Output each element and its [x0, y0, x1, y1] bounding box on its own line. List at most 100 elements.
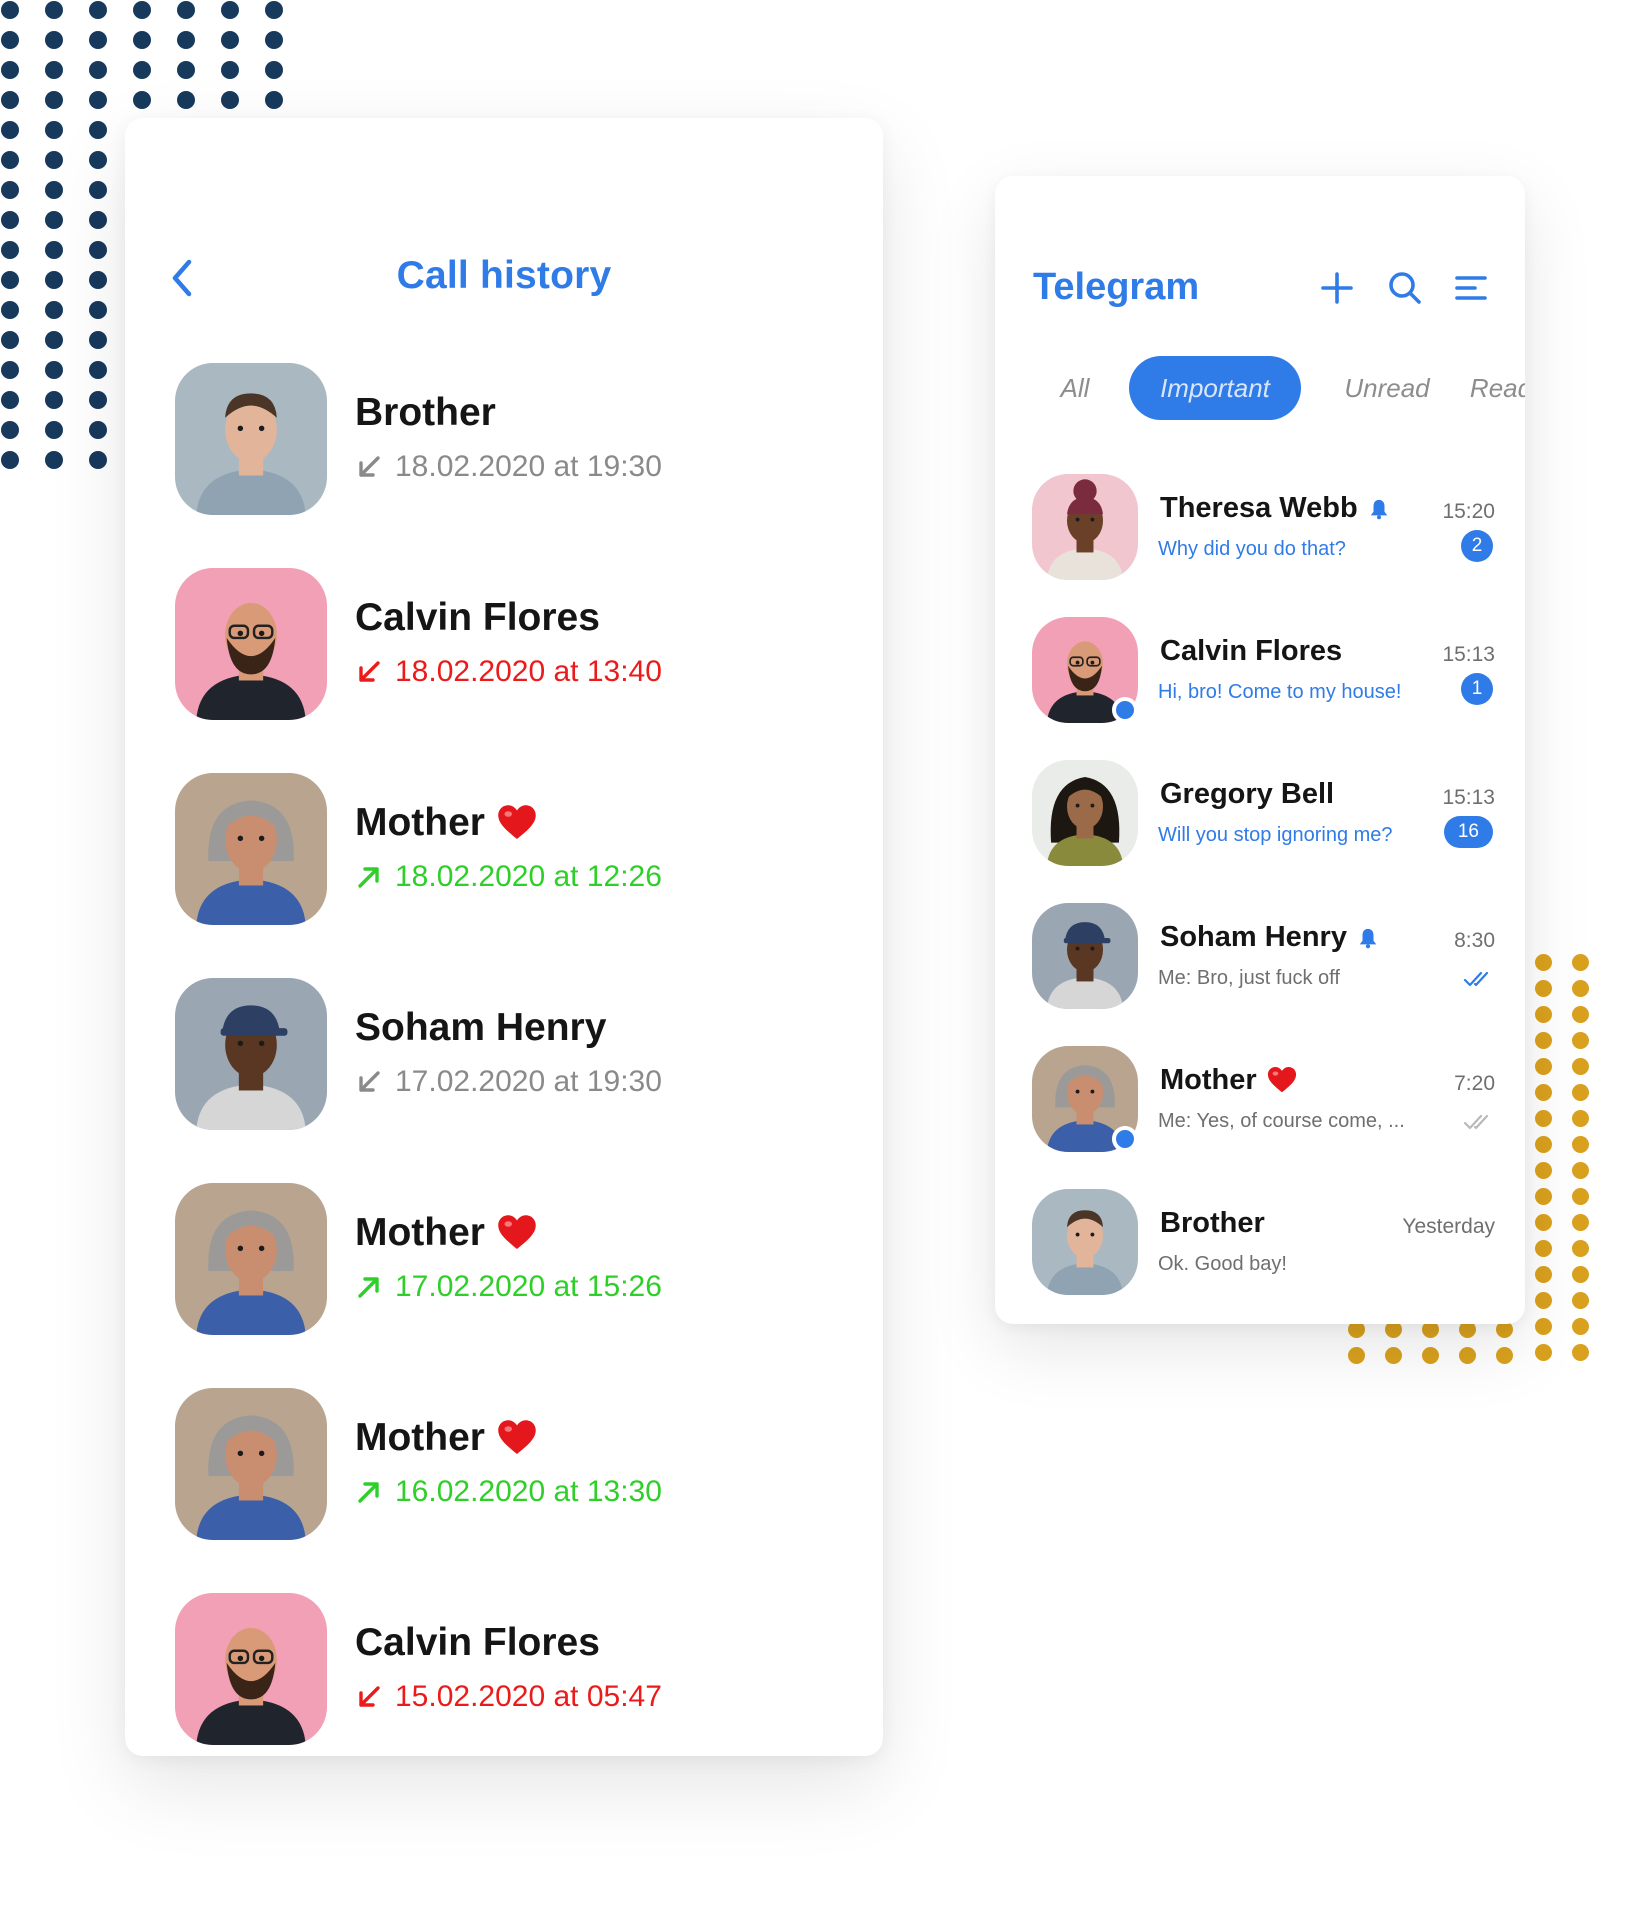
decorative-dot: [89, 391, 107, 409]
plus-icon[interactable]: [1317, 268, 1357, 308]
heart-icon: [1267, 1067, 1296, 1093]
decorative-dot: [221, 61, 239, 79]
decorative-dot: [1571, 1291, 1589, 1309]
app-title: Telegram: [1033, 266, 1200, 308]
decorative-dot: [177, 1, 195, 19]
decorative-dot: [45, 451, 63, 469]
decorative-dot: [45, 121, 63, 139]
avatar: [1032, 760, 1138, 866]
decorative-dot: [89, 181, 107, 199]
page-title: Call history: [396, 254, 612, 297]
decorative-dot: [1571, 1057, 1589, 1075]
decorative-dot: [1347, 1346, 1365, 1364]
decorative-dot: [1571, 1187, 1589, 1205]
chat-preview: Ok. Good bay!: [1158, 1253, 1287, 1275]
incoming-call-arrow-icon: [359, 456, 380, 477]
tab-all[interactable]: All: [1045, 356, 1105, 420]
decorative-dot: [1534, 953, 1552, 971]
avatar: [175, 568, 327, 720]
call-row[interactable]: Calvin Flores 18.02.2020 at 13:40: [125, 568, 883, 728]
decorative-dot: [1421, 1346, 1439, 1364]
chat-name-text: Calvin Flores: [1160, 635, 1343, 667]
decorative-dot: [1571, 1109, 1589, 1127]
call-row[interactable]: Mother 16.02.2020 at 13:30: [125, 1388, 883, 1548]
decorative-dot: [1, 451, 19, 469]
unread-badge: 1: [1461, 673, 1493, 705]
decorative-dot: [221, 1, 239, 19]
decorative-dot: [89, 211, 107, 229]
decorative-dot: [265, 31, 283, 49]
decorative-dot: [265, 1, 283, 19]
decorative-dot: [1571, 1031, 1589, 1049]
chat-time: 15:13: [1442, 643, 1495, 666]
chat-name: Calvin Flores: [1160, 635, 1342, 668]
call-meta: 16.02.2020 at 13:30: [355, 1475, 667, 1509]
chat-name-text: Gregory Bell: [1160, 778, 1335, 810]
decorative-dot: [1, 31, 19, 49]
call-history-card: Call history Brother 18.02.2020 at 19:30 C…: [125, 118, 883, 1756]
chat-row[interactable]: Calvin Flores Hi, bro! Come to my house! 1…: [995, 617, 1525, 757]
decorative-dot: [1534, 1265, 1552, 1283]
decorative-dot: [1571, 1213, 1589, 1231]
decorative-dot: [1571, 1135, 1589, 1153]
contact-name: Mother: [355, 1416, 537, 1460]
avatar: [175, 978, 327, 1130]
tab-unread[interactable]: Unread: [1339, 356, 1435, 420]
decorative-dot: [1, 211, 19, 229]
bell-icon: [1370, 499, 1387, 519]
tab-important[interactable]: Important: [1129, 356, 1301, 420]
decorative-dot: [1, 181, 19, 199]
decorative-dot: [45, 1, 63, 19]
decorative-dot: [89, 361, 107, 379]
chat-name: Soham Henry: [1160, 921, 1379, 954]
contact-name: Calvin Flores: [355, 1621, 600, 1665]
heart-icon: [498, 805, 536, 840]
call-row[interactable]: Brother 18.02.2020 at 19:30: [125, 363, 883, 523]
chat-name-text: Soham Henry: [1160, 921, 1347, 953]
contact-name: Brother: [355, 391, 496, 435]
chat-row[interactable]: Soham Henry Me: Bro, just fuck off 8:30: [995, 903, 1525, 1043]
contact-name-text: Calvin Flores: [355, 596, 600, 639]
chat-row[interactable]: Mother Me: Yes, of course come, ... 7:20: [995, 1046, 1525, 1186]
decorative-dot: [89, 241, 107, 259]
decorative-dot: [1534, 1213, 1552, 1231]
call-row[interactable]: Mother 18.02.2020 at 12:26: [125, 773, 883, 933]
decorative-dot: [89, 61, 107, 79]
contact-name: Calvin Flores: [355, 596, 600, 640]
outgoing-call-arrow-icon: [358, 1277, 379, 1298]
decorative-dot: [45, 361, 63, 379]
avatar: [175, 773, 327, 925]
decorative-dot: [1571, 1317, 1589, 1335]
chat-row[interactable]: Theresa Webb Why did you do that? 15:20 2: [995, 474, 1525, 614]
decorative-dot: [133, 91, 151, 109]
call-row[interactable]: Calvin Flores 15.02.2020 at 05:47: [125, 1593, 883, 1753]
decorative-dot: [45, 331, 63, 349]
call-row[interactable]: Soham Henry 17.02.2020 at 19:30: [125, 978, 883, 1138]
menu-icon[interactable]: [1451, 268, 1491, 308]
contact-name: Mother: [355, 1211, 537, 1255]
contact-name-text: Mother: [355, 1211, 485, 1254]
chat-row[interactable]: Brother Ok. Good bay! Yesterday: [995, 1189, 1525, 1324]
call-meta: 18.02.2020 at 19:30: [355, 450, 667, 484]
contact-name: Mother: [355, 801, 537, 845]
chat-name-text: Brother: [1160, 1207, 1265, 1239]
decorative-dot: [1571, 1343, 1589, 1361]
decorative-dot: [1495, 1346, 1513, 1364]
decorative-dot: [45, 181, 63, 199]
decorative-dot: [1, 61, 19, 79]
decorative-dot: [1571, 1161, 1589, 1179]
decorative-dot: [1384, 1346, 1402, 1364]
decorative-dot: [89, 1, 107, 19]
tab-read[interactable]: Read: [1461, 356, 1525, 420]
decorative-dot: [89, 331, 107, 349]
contact-name-text: Brother: [355, 391, 496, 434]
chat-row[interactable]: Gregory Bell Will you stop ignoring me? 15…: [995, 760, 1525, 900]
search-icon[interactable]: [1385, 268, 1425, 308]
double-check-icon: [1463, 971, 1489, 987]
chat-preview: Why did you do that?: [1158, 538, 1346, 560]
call-row[interactable]: Mother 17.02.2020 at 15:26: [125, 1183, 883, 1343]
decorative-dot: [1534, 1187, 1552, 1205]
unread-badge: 2: [1461, 530, 1493, 562]
decorative-dot: [45, 301, 63, 319]
decorative-dot: [45, 211, 63, 229]
